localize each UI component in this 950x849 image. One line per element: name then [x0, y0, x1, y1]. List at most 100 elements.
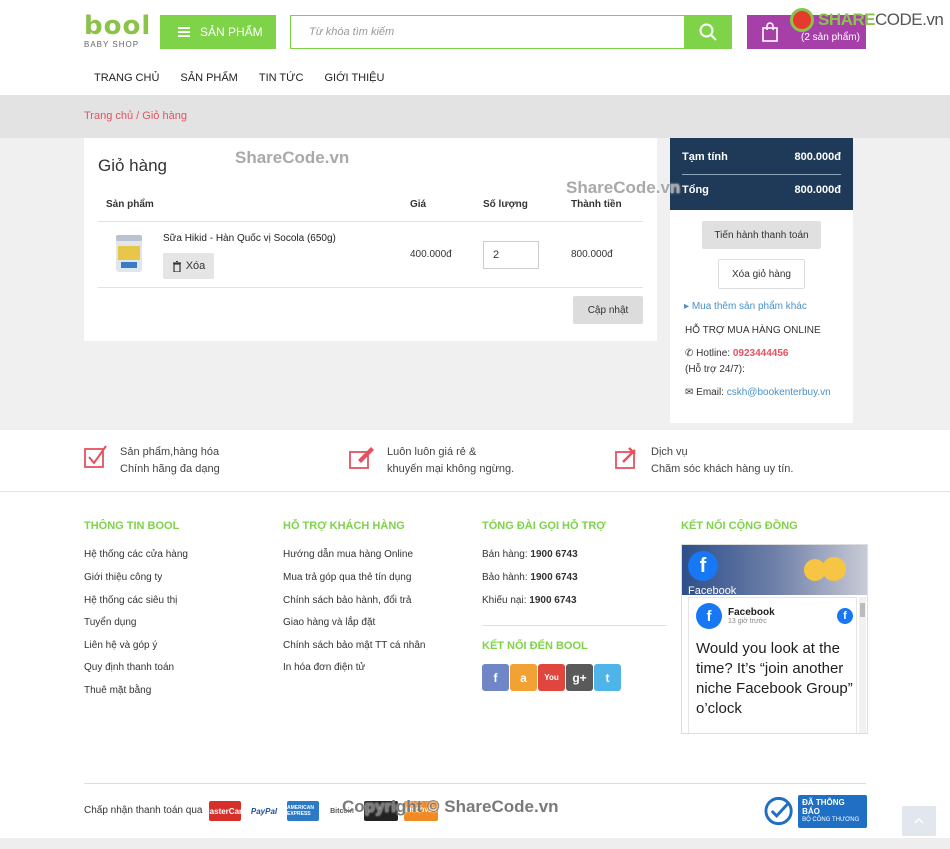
- col-price: Giá: [410, 199, 427, 210]
- search-input[interactable]: Từ khóa tìm kiếm: [290, 15, 684, 49]
- clear-cart-button[interactable]: Xóa giỏ hàng: [718, 259, 805, 289]
- breadcrumb[interactable]: Trang chủ / Giỏ hàng: [84, 110, 187, 122]
- shopping-bag-icon: [762, 22, 778, 42]
- order-summary: Tạm tính 800.000đ Tổng 800.000đ: [670, 138, 853, 210]
- col-total: Thành tiền: [571, 199, 622, 210]
- col-qty: Số lượng: [483, 199, 528, 210]
- continue-shopping-link[interactable]: ▸ Mua thêm sản phẩm khác: [684, 301, 807, 312]
- amazon-icon[interactable]: a: [510, 664, 537, 691]
- footer-col2-title: HỖ TRỢ KHÁCH HÀNG: [283, 520, 405, 532]
- delete-item-button[interactable]: Xóa: [163, 253, 214, 279]
- site-logo[interactable]: bool BABY SHOP: [84, 13, 150, 53]
- mastercard-icon: MasterCard: [203, 801, 247, 821]
- hotline-warranty: Bảo hành: 1900 6743: [482, 572, 578, 583]
- product-name[interactable]: Sữa Hikid - Hàn Quốc vị Socola (650g): [163, 233, 336, 244]
- products-menu-button[interactable]: SẢN PHẨM: [160, 15, 276, 49]
- nav-products[interactable]: SẢN PHẨM: [180, 72, 237, 84]
- col-product: Sản phẩm: [106, 199, 154, 210]
- phone-icon: ✆: [685, 348, 697, 359]
- facebook-avatar-icon: f: [696, 603, 722, 629]
- nav-home[interactable]: TRANG CHỦ: [94, 72, 159, 84]
- main-nav: TRANG CHỦ SẢN PHẨM TIN TỨC GIỚI THIỆU: [94, 72, 384, 84]
- google-plus-icon[interactable]: g+: [566, 664, 593, 691]
- sharecode-logo-watermark: SHARECODE.vn: [790, 8, 944, 32]
- footer-link[interactable]: Mua trả góp qua thẻ tín dụng: [283, 572, 411, 583]
- footer-link[interactable]: Giới thiệu công ty: [84, 572, 162, 583]
- delete-label: Xóa: [185, 260, 206, 272]
- feature-service: Dịch vụ Chăm sóc khách hàng uy tín.: [615, 444, 793, 478]
- hotline-sales: Bán hàng: 1900 6743: [482, 549, 578, 560]
- twitter-icon[interactable]: t: [594, 664, 621, 691]
- watermark-code: CODE.vn: [875, 10, 944, 29]
- chevron-up-icon: [914, 818, 924, 824]
- footer-link[interactable]: Chính sách bảo mật TT cá nhân: [283, 640, 426, 651]
- sharecode-circle-icon: [790, 8, 814, 32]
- footer-link[interactable]: Thuê mặt bằng: [84, 685, 151, 696]
- footer-col4-title: KẾT NỐI CỘNG ĐỒNG: [681, 520, 798, 532]
- back-to-top-button[interactable]: [902, 806, 936, 836]
- footer-link[interactable]: In hóa đơn điện tử: [283, 662, 365, 673]
- emoji-icon: [822, 557, 846, 581]
- quantity-value: 2: [493, 249, 500, 261]
- watermark-text: ShareCode.vn: [566, 178, 681, 197]
- search-icon: [699, 23, 717, 41]
- footer-link[interactable]: Hệ thống các cửa hàng: [84, 549, 188, 560]
- check-badge-icon: [764, 796, 793, 826]
- support-heading: HỖ TRỢ MUA HÀNG ONLINE: [685, 325, 821, 336]
- nav-about[interactable]: GIỚI THIỆU: [325, 72, 385, 84]
- total-value: 800.000đ: [794, 184, 841, 196]
- copyright: Copyright © ShareCode.vn: [342, 797, 559, 816]
- facebook-icon[interactable]: f: [482, 664, 509, 691]
- footer-link[interactable]: Chính sách bảo hành, đổi trả: [283, 595, 411, 606]
- cart-count: (2 sản phẩm): [801, 31, 860, 43]
- divider: [98, 287, 643, 288]
- footer-link[interactable]: Hướng dẫn mua hàng Online: [283, 549, 413, 560]
- footer-col1-title: THÔNG TIN BOOL: [84, 520, 180, 532]
- hotline: ✆ Hotline: 0923444456: [685, 348, 789, 359]
- price-tag-icon: [349, 447, 374, 469]
- footer-link[interactable]: Quy định thanh toán: [84, 662, 174, 673]
- facebook-post-time: 13 giờ trước: [728, 618, 767, 625]
- social-links: f a You g+ t: [482, 664, 621, 691]
- footer-link[interactable]: Tuyển dụng: [84, 617, 136, 628]
- checkout-button[interactable]: Tiến hành thanh toán: [702, 221, 821, 249]
- watermark-text: ShareCode.vn: [235, 148, 350, 167]
- facebook-widget[interactable]: f Facebook f Facebook 13 giờ trước f Woul…: [681, 544, 868, 734]
- divider: [0, 491, 950, 492]
- footer-link[interactable]: Giao hàng và lắp đặt: [283, 617, 375, 628]
- update-cart-button[interactable]: Cập nhật: [573, 296, 643, 324]
- divider: [84, 783, 866, 784]
- divider: [482, 625, 667, 626]
- products-menu-label: SẢN PHẨM: [200, 25, 263, 39]
- search-button[interactable]: [684, 15, 732, 49]
- payment-label: Chấp nhận thanh toán qua: [84, 805, 203, 816]
- youtube-icon[interactable]: You: [538, 664, 565, 691]
- nav-news[interactable]: TIN TỨC: [259, 72, 304, 84]
- facebook-post-text: Would you look at the time? It’s “join a…: [696, 640, 853, 717]
- tools-icon: [615, 447, 636, 469]
- paypal-icon: PayPal: [247, 801, 281, 821]
- product-image[interactable]: [112, 232, 146, 274]
- logo-subtitle: BABY SHOP: [84, 40, 140, 49]
- amex-icon: AMERICAN EXPRESS: [287, 801, 319, 821]
- facebook-page-name[interactable]: Facebook: [728, 607, 775, 618]
- footer-link[interactable]: Hệ thống các siêu thị: [84, 595, 177, 606]
- social-title: KẾT NỐI ĐẾN BOOL: [482, 640, 588, 652]
- envelope-icon: ✉: [685, 387, 697, 398]
- divider: [98, 221, 643, 222]
- ministry-badge[interactable]: ĐÃ THÔNG BÁO BỘ CÔNG THƯƠNG: [764, 794, 867, 828]
- watermark-share: SHARE: [818, 10, 876, 29]
- item-price: 400.000đ: [410, 249, 452, 260]
- facebook-cover: f Facebook: [682, 545, 867, 597]
- email-link[interactable]: cskh@bookenterbuy.vn: [727, 387, 831, 398]
- facebook-post: f Facebook 13 giờ trước f Would you look …: [696, 603, 853, 719]
- subtotal-value: 800.000đ: [794, 151, 841, 163]
- widget-scrollbar[interactable]: [859, 597, 866, 733]
- badge-line2: BỘ CÔNG THƯƠNG: [802, 816, 860, 823]
- quantity-input[interactable]: 2: [483, 241, 539, 269]
- footer-link[interactable]: Liên hệ và góp ý: [84, 640, 157, 651]
- hotline-number[interactable]: 0923444456: [733, 348, 789, 359]
- facebook-icon[interactable]: f: [837, 608, 853, 624]
- total-label: Tổng: [682, 184, 709, 196]
- hotline-complaint: Khiếu nại: 1900 6743: [482, 595, 577, 606]
